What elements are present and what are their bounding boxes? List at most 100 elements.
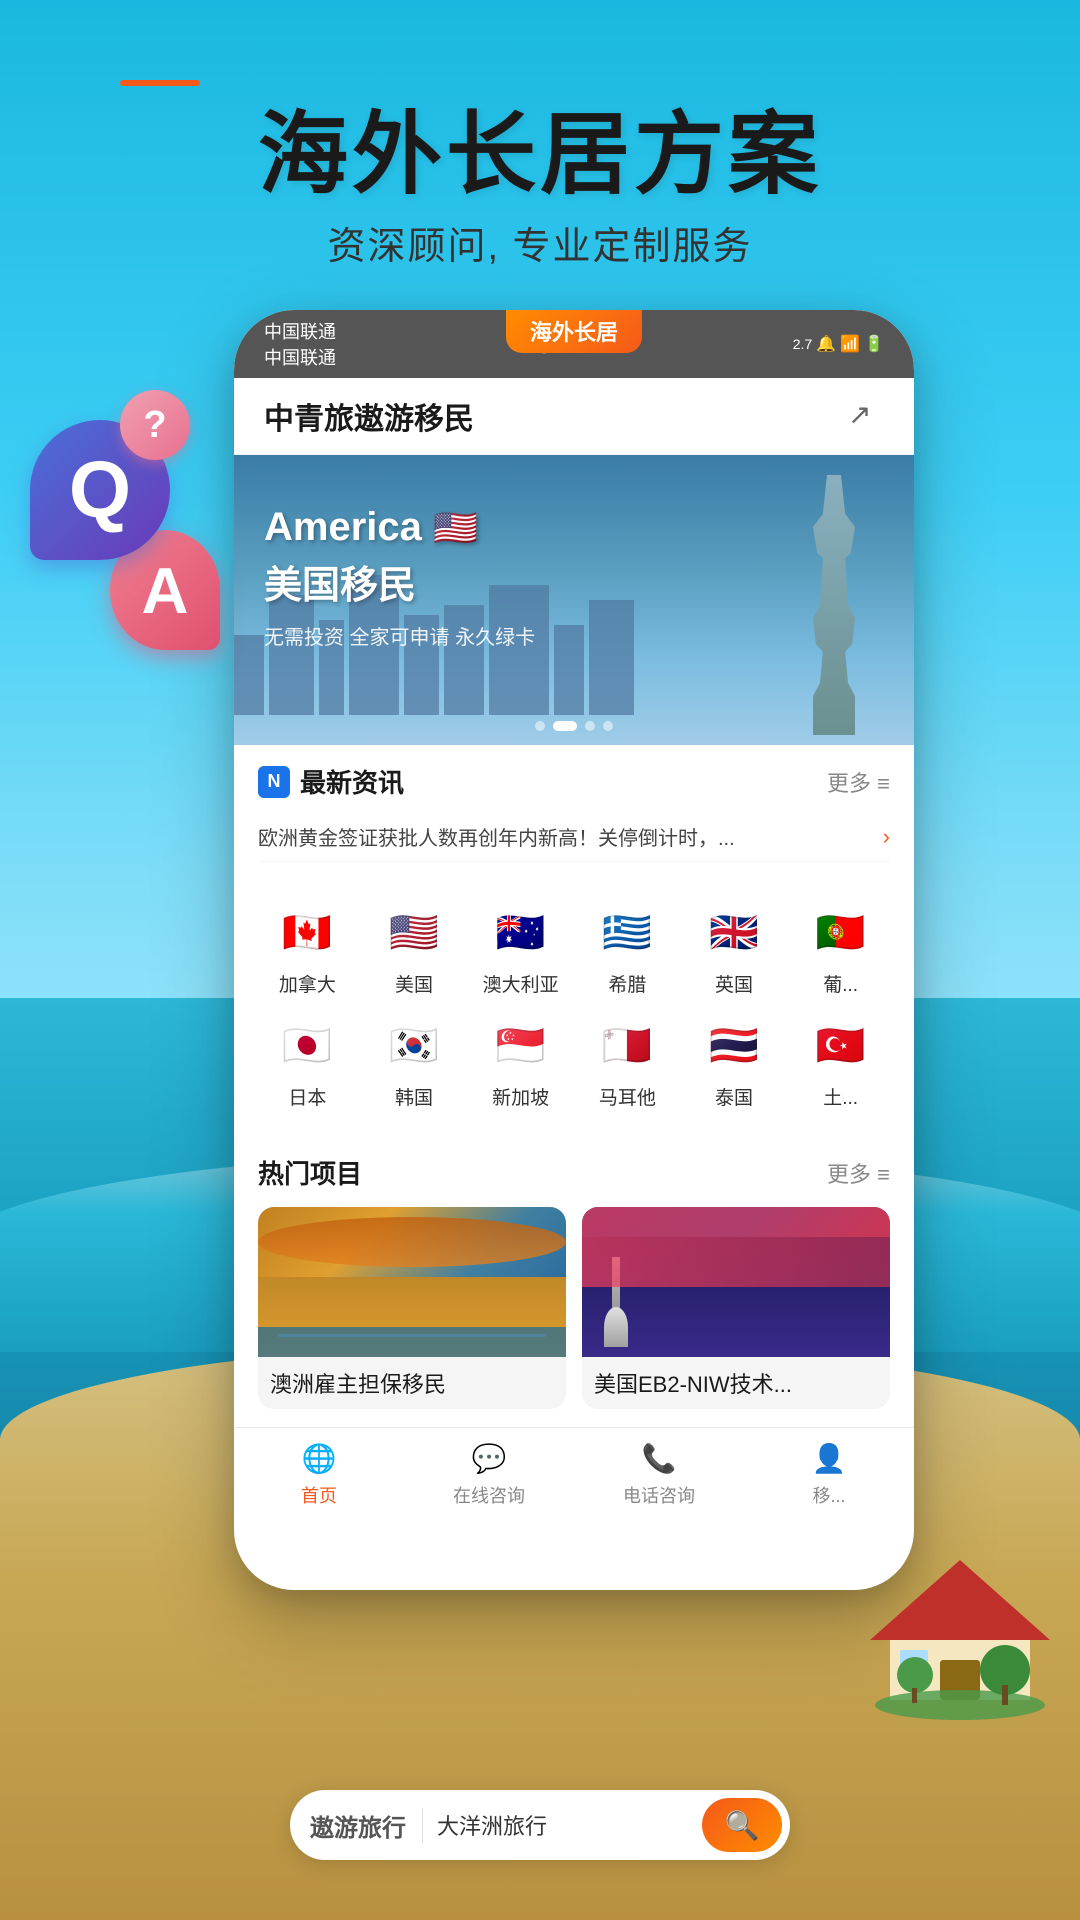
country-item-10[interactable]: 🇹🇭 泰国 bbox=[685, 1013, 784, 1110]
country-name-2: 澳大利亚 bbox=[483, 970, 559, 997]
app-title: 中青旅遨游移民 bbox=[264, 394, 474, 438]
country-name-3: 希腊 bbox=[608, 970, 646, 997]
phone-mockup: 海外长居 中国联通 中国联通 5:21 2.7 🔔 📶 🔋 中青旅遨游移民 ↗ bbox=[234, 310, 914, 1590]
banner-dot-3[interactable] bbox=[585, 721, 595, 731]
country-name-7: 韩国 bbox=[395, 1083, 433, 1110]
country-item-6[interactable]: 🇯🇵 日本 bbox=[258, 1013, 357, 1110]
hero-banner[interactable]: America 🇺🇸 美国移民 无需投资 全家可申请 永久绿卡 bbox=[234, 455, 914, 745]
nav-label-1: 在线咨询 bbox=[453, 1482, 525, 1508]
nav-item-2[interactable]: 📞 电话咨询 bbox=[574, 1438, 744, 1508]
app-header: 中青旅遨游移民 ↗ bbox=[234, 378, 914, 455]
news-title: N 最新资讯 bbox=[258, 763, 404, 800]
banner-chinese: 美国移民 bbox=[264, 554, 535, 609]
bottom-navigation: 🌐 首页 💬 在线咨询 📞 电话咨询 👤 移... bbox=[234, 1427, 914, 1512]
country-flag-11: 🇹🇷 bbox=[809, 1013, 873, 1077]
nav-label-3: 移... bbox=[812, 1482, 845, 1508]
country-item-1[interactable]: 🇺🇸 美国 bbox=[365, 900, 464, 997]
countries-grid: 🇨🇦 加拿大 🇺🇸 美国 🇦🇺 澳大利亚 🇬🇷 希腊 🇬🇧 英国 🇵🇹 葡...… bbox=[258, 900, 890, 1110]
q-bubble: Q ? bbox=[30, 420, 170, 560]
nav-item-1[interactable]: 💬 在线咨询 bbox=[404, 1438, 574, 1508]
country-flag-4: 🇬🇧 bbox=[702, 900, 766, 964]
news-more-button[interactable]: 更多 ≡ bbox=[827, 766, 890, 798]
country-flag-2: 🇦🇺 bbox=[489, 900, 553, 964]
country-flag-5: 🇵🇹 bbox=[809, 900, 873, 964]
statue-of-liberty bbox=[764, 475, 894, 715]
status-indicators: 2.7 🔔 📶 🔋 bbox=[793, 334, 884, 354]
project-card-1[interactable]: 美国EB2-NIW技术... bbox=[582, 1207, 890, 1409]
project-image-0 bbox=[258, 1207, 566, 1357]
country-item-0[interactable]: 🇨🇦 加拿大 bbox=[258, 900, 357, 997]
banner-description: 无需投资 全家可申请 永久绿卡 bbox=[264, 621, 535, 650]
news-section: N 最新资讯 更多 ≡ 欧洲黄金签证获批人数再创年内新高！关停倒计时，... › bbox=[234, 745, 914, 874]
project-label-0: 澳洲雇主担保移民 bbox=[258, 1357, 566, 1409]
search-button[interactable]: 🔍 bbox=[702, 1798, 782, 1852]
header-subtitle: 资深顾问, 专业定制服务 bbox=[0, 215, 1080, 270]
country-item-8[interactable]: 🇸🇬 新加坡 bbox=[471, 1013, 570, 1110]
phone-inner: 海外长居 中国联通 中国联通 5:21 2.7 🔔 📶 🔋 中青旅遨游移民 ↗ bbox=[234, 310, 914, 1590]
country-flag-9: 🇲🇹 bbox=[595, 1013, 659, 1077]
nav-item-3[interactable]: 👤 移... bbox=[744, 1438, 914, 1508]
battery-icon: 🔋 bbox=[864, 334, 884, 354]
country-item-11[interactable]: 🇹🇷 土... bbox=[791, 1013, 890, 1110]
network-indicator: 🔔 bbox=[816, 334, 836, 354]
country-flag-6: 🇯🇵 bbox=[275, 1013, 339, 1077]
projects-section: 热门项目 更多 ≡ 澳洲雇主担保移民 美国EB2-NIW技术... bbox=[234, 1136, 914, 1427]
house-3d-decoration bbox=[860, 1520, 1060, 1720]
nav-item-0[interactable]: 🌐 首页 bbox=[234, 1438, 404, 1508]
country-name-5: 葡... bbox=[823, 970, 858, 997]
country-name-1: 美国 bbox=[395, 970, 433, 997]
countries-section: 🇨🇦 加拿大 🇺🇸 美国 🇦🇺 澳大利亚 🇬🇷 希腊 🇬🇧 英国 🇵🇹 葡...… bbox=[234, 882, 914, 1128]
nav-icon-1: 💬 bbox=[469, 1438, 509, 1478]
country-name-10: 泰国 bbox=[715, 1083, 753, 1110]
banner-dot-2[interactable] bbox=[553, 721, 577, 731]
nav-icon-3: 👤 bbox=[809, 1438, 849, 1478]
flag-emoji: 🇺🇸 bbox=[433, 507, 478, 548]
qa-bubbles: Q ? A bbox=[30, 420, 220, 650]
country-flag-8: 🇸🇬 bbox=[489, 1013, 553, 1077]
search-text[interactable]: 大洋洲旅行 bbox=[437, 1809, 702, 1841]
nav-icon-0: 🌐 bbox=[299, 1438, 339, 1478]
search-icon: 🔍 bbox=[725, 1809, 760, 1842]
country-flag-3: 🇬🇷 bbox=[595, 900, 659, 964]
banner-text: America 🇺🇸 美国移民 无需投资 全家可申请 永久绿卡 bbox=[264, 505, 535, 650]
country-item-7[interactable]: 🇰🇷 韩国 bbox=[365, 1013, 464, 1110]
banner-dot-1[interactable] bbox=[535, 721, 545, 731]
question-mark-bubble: ? bbox=[120, 390, 190, 460]
projects-header: 热门项目 更多 ≡ bbox=[258, 1154, 890, 1191]
bottom-search-bar[interactable]: 遨游旅行 大洋洲旅行 🔍 bbox=[290, 1790, 790, 1860]
banner-pagination bbox=[535, 721, 613, 731]
banner-english: America 🇺🇸 bbox=[264, 505, 535, 550]
news-header: N 最新资讯 更多 ≡ bbox=[258, 763, 890, 800]
banner-dot-4[interactable] bbox=[603, 721, 613, 731]
country-item-2[interactable]: 🇦🇺 澳大利亚 bbox=[471, 900, 570, 997]
nav-label-0: 首页 bbox=[301, 1482, 337, 1508]
country-name-11: 土... bbox=[823, 1083, 858, 1110]
country-item-4[interactable]: 🇬🇧 英国 bbox=[685, 900, 784, 997]
country-flag-1: 🇺🇸 bbox=[382, 900, 446, 964]
project-image-1 bbox=[582, 1207, 890, 1357]
carrier-info: 中国联通 中国联通 bbox=[264, 318, 336, 370]
news-item[interactable]: 欧洲黄金签证获批人数再创年内新高！关停倒计时，... › bbox=[258, 812, 890, 862]
projects-more-button[interactable]: 更多 ≡ bbox=[827, 1157, 890, 1189]
country-name-0: 加拿大 bbox=[279, 970, 336, 997]
country-flag-7: 🇰🇷 bbox=[382, 1013, 446, 1077]
country-name-9: 马耳他 bbox=[599, 1083, 656, 1110]
header-area: 海外长居方案 资深顾问, 专业定制服务 bbox=[0, 80, 1080, 270]
country-item-9[interactable]: 🇲🇹 马耳他 bbox=[578, 1013, 677, 1110]
projects-grid: 澳洲雇主担保移民 美国EB2-NIW技术... bbox=[258, 1207, 890, 1409]
search-brand: 遨游旅行 bbox=[310, 1808, 423, 1843]
country-name-4: 英国 bbox=[715, 970, 753, 997]
country-item-5[interactable]: 🇵🇹 葡... bbox=[791, 900, 890, 997]
nav-label-2: 电话咨询 bbox=[623, 1482, 695, 1508]
country-item-3[interactable]: 🇬🇷 希腊 bbox=[578, 900, 677, 997]
project-label-1: 美国EB2-NIW技术... bbox=[582, 1357, 890, 1409]
share-icon[interactable]: ↗ bbox=[848, 398, 884, 434]
accent-line bbox=[120, 80, 200, 86]
project-card-0[interactable]: 澳洲雇主担保移民 bbox=[258, 1207, 566, 1409]
news-arrow: › bbox=[883, 824, 890, 850]
projects-title: 热门项目 bbox=[258, 1154, 362, 1191]
country-flag-0: 🇨🇦 bbox=[275, 900, 339, 964]
speed-indicator: 2.7 bbox=[793, 336, 812, 352]
wifi-icon: 📶 bbox=[840, 334, 860, 354]
country-flag-10: 🇹🇭 bbox=[702, 1013, 766, 1077]
